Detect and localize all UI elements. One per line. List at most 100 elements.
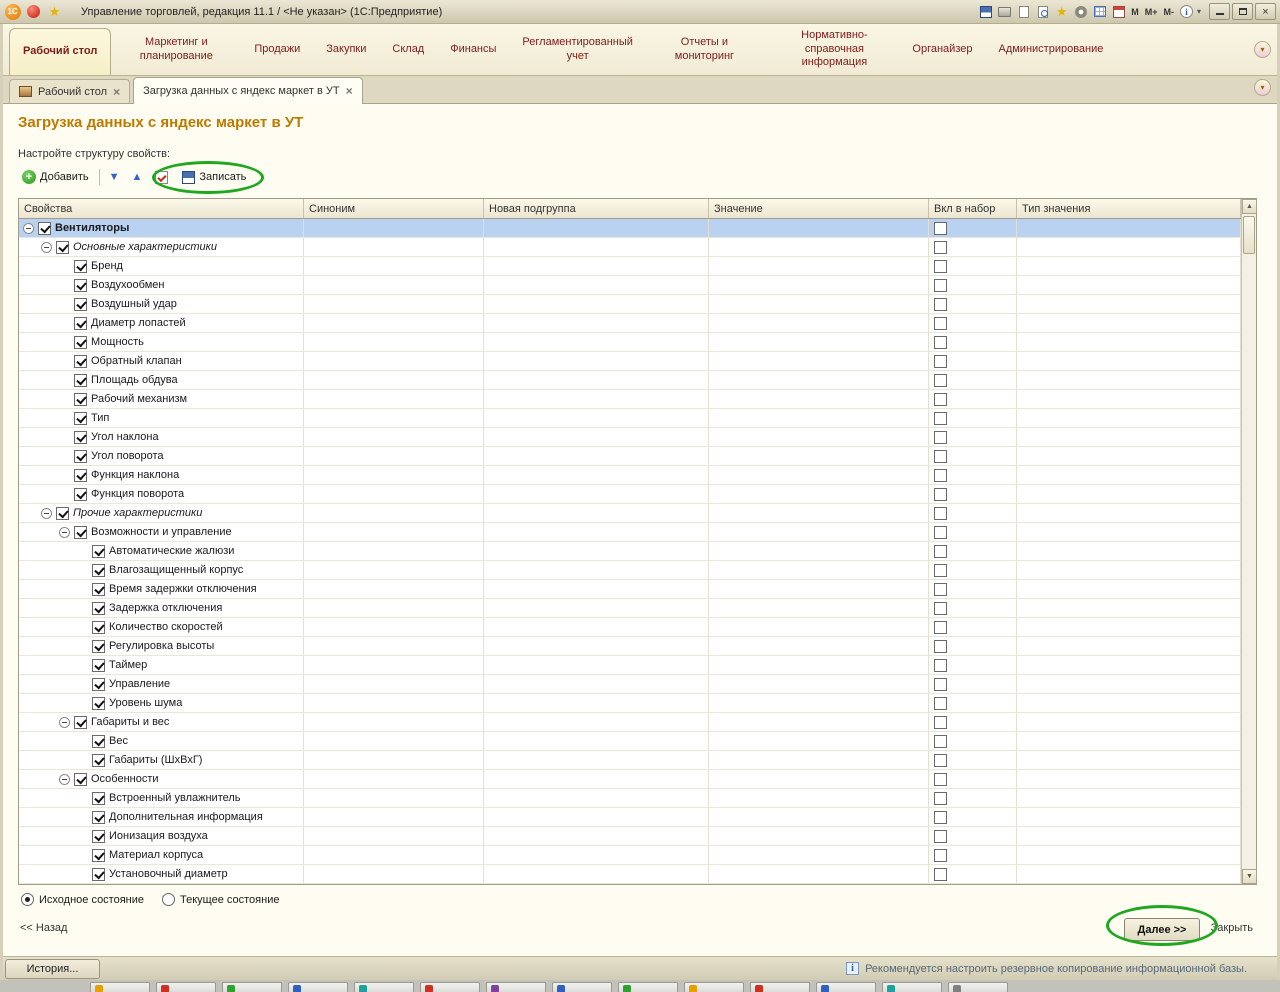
subgroup-cell[interactable]: [484, 466, 709, 484]
table-row[interactable]: Материал корпуса: [19, 846, 1256, 865]
info-menu-icon[interactable]: i: [1178, 4, 1195, 20]
scroll-up-button[interactable]: ▲: [1242, 199, 1257, 214]
collapse-icon[interactable]: [59, 773, 70, 785]
table-row[interactable]: Обратный клапан: [19, 352, 1256, 371]
value-cell[interactable]: [709, 447, 929, 465]
collapse-icon[interactable]: [41, 507, 52, 519]
move-up-button[interactable]: ▲: [129, 170, 146, 184]
include-cell[interactable]: [929, 865, 1017, 883]
include-cell[interactable]: [929, 599, 1017, 617]
include-cell[interactable]: [929, 390, 1017, 408]
taskbar-item[interactable]: [816, 982, 876, 992]
type-cell[interactable]: [1017, 561, 1241, 579]
synonym-cell[interactable]: [304, 504, 484, 522]
type-cell[interactable]: [1017, 447, 1241, 465]
include-cell[interactable]: [929, 846, 1017, 864]
synonym-cell[interactable]: [304, 276, 484, 294]
property-checkbox[interactable]: [92, 791, 105, 805]
include-cell[interactable]: [929, 523, 1017, 541]
calc-mplus-button[interactable]: M+: [1143, 6, 1160, 18]
synonym-cell[interactable]: [304, 485, 484, 503]
column-header[interactable]: Синоним: [304, 199, 484, 218]
synonym-cell[interactable]: [304, 751, 484, 769]
value-cell[interactable]: [709, 713, 929, 731]
property-checkbox[interactable]: [92, 867, 105, 881]
type-cell[interactable]: [1017, 409, 1241, 427]
property-checkbox[interactable]: [92, 734, 105, 748]
subgroup-cell[interactable]: [484, 276, 709, 294]
include-cell[interactable]: [929, 504, 1017, 522]
table-row[interactable]: Встроенный увлажнитель: [19, 789, 1256, 808]
close-button[interactable]: ×: [1255, 3, 1276, 20]
section-tab[interactable]: Регламентированный учет: [509, 24, 639, 75]
include-cell[interactable]: [929, 466, 1017, 484]
move-down-button[interactable]: ▼: [106, 170, 123, 184]
synonym-cell[interactable]: [304, 656, 484, 674]
synonym-cell[interactable]: [304, 808, 484, 826]
section-tab[interactable]: Склад: [379, 24, 437, 75]
type-cell[interactable]: [1017, 713, 1241, 731]
table-row[interactable]: Мощность: [19, 333, 1256, 352]
section-overflow-button[interactable]: ▾: [1254, 41, 1271, 58]
include-checkbox[interactable]: [934, 715, 947, 729]
subgroup-cell[interactable]: [484, 713, 709, 731]
value-cell[interactable]: [709, 333, 929, 351]
property-checkbox[interactable]: [74, 316, 87, 330]
include-checkbox[interactable]: [934, 620, 947, 634]
value-cell[interactable]: [709, 295, 929, 313]
include-checkbox[interactable]: [934, 297, 947, 311]
table-row[interactable]: Угол наклона: [19, 428, 1256, 447]
value-cell[interactable]: [709, 846, 929, 864]
table-row[interactable]: Габариты (ШхВхГ): [19, 751, 1256, 770]
synonym-cell[interactable]: [304, 846, 484, 864]
subgroup-cell[interactable]: [484, 447, 709, 465]
include-checkbox[interactable]: [934, 392, 947, 406]
section-tab[interactable]: Закупки: [313, 24, 379, 75]
column-header[interactable]: Новая подгруппа: [484, 199, 709, 218]
type-cell[interactable]: [1017, 542, 1241, 560]
include-checkbox[interactable]: [934, 468, 947, 482]
table-row[interactable]: Задержка отключения: [19, 599, 1256, 618]
table-row[interactable]: Диаметр лопастей: [19, 314, 1256, 333]
find-icon[interactable]: [1034, 4, 1051, 20]
table-row[interactable]: Вес: [19, 732, 1256, 751]
subgroup-cell[interactable]: [484, 675, 709, 693]
save-icon[interactable]: [977, 4, 994, 20]
include-cell[interactable]: [929, 789, 1017, 807]
radio-current-state[interactable]: Текущее состояние: [162, 893, 279, 906]
subgroup-cell[interactable]: [484, 238, 709, 256]
property-checkbox[interactable]: [92, 601, 105, 615]
include-checkbox[interactable]: [934, 221, 947, 235]
app-logo-icon[interactable]: 1С: [4, 3, 21, 20]
table-row[interactable]: Таймер: [19, 656, 1256, 675]
value-cell[interactable]: [709, 314, 929, 332]
include-cell[interactable]: [929, 656, 1017, 674]
include-cell[interactable]: [929, 751, 1017, 769]
type-cell[interactable]: [1017, 238, 1241, 256]
table-row[interactable]: Автоматические жалюзи: [19, 542, 1256, 561]
taskbar-item[interactable]: [420, 982, 480, 992]
property-checkbox[interactable]: [74, 468, 87, 482]
value-cell[interactable]: [709, 238, 929, 256]
include-cell[interactable]: [929, 561, 1017, 579]
type-cell[interactable]: [1017, 751, 1241, 769]
include-cell[interactable]: [929, 580, 1017, 598]
include-checkbox[interactable]: [934, 829, 947, 843]
value-cell[interactable]: [709, 770, 929, 788]
include-checkbox[interactable]: [934, 354, 947, 368]
value-cell[interactable]: [709, 637, 929, 655]
synonym-cell[interactable]: [304, 409, 484, 427]
calendar-icon[interactable]: [1110, 4, 1127, 20]
include-checkbox[interactable]: [934, 677, 947, 691]
table-row[interactable]: Основные характеристики: [19, 238, 1256, 257]
scroll-thumb[interactable]: [1243, 216, 1255, 254]
type-cell[interactable]: [1017, 466, 1241, 484]
include-checkbox[interactable]: [934, 563, 947, 577]
tab-desktop[interactable]: Рабочий стол ×: [9, 79, 131, 103]
close-tab-icon[interactable]: ×: [113, 86, 120, 98]
value-cell[interactable]: [709, 599, 929, 617]
table-row[interactable]: Влагозащищенный корпус: [19, 561, 1256, 580]
include-checkbox[interactable]: [934, 867, 947, 881]
table-row[interactable]: Функция наклона: [19, 466, 1256, 485]
property-checkbox[interactable]: [92, 677, 105, 691]
